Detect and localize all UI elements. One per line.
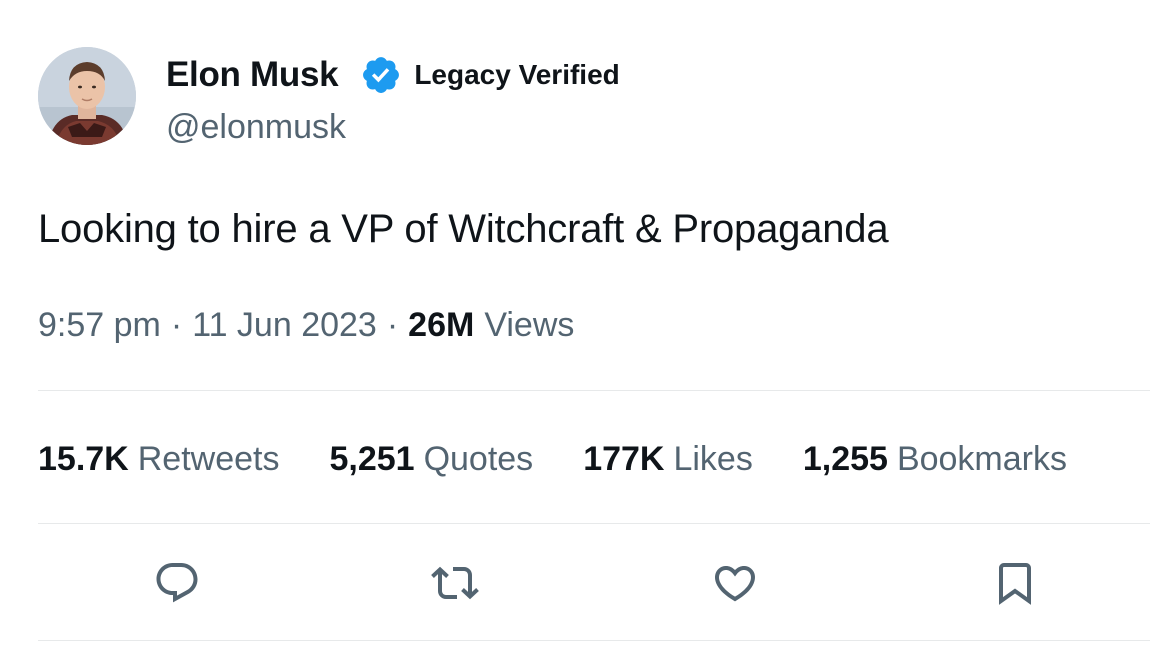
tweet-meta: 9:57 pm · 11 Jun 2023 · 26M Views: [38, 306, 574, 345]
tweet-text: Looking to hire a VP of Witchcraft & Pro…: [38, 207, 889, 251]
stat-count: 5,251: [329, 440, 415, 478]
engagement-stats: 15.7K Retweets 5,251 Quotes 177K Likes 1…: [38, 440, 1067, 479]
retweet-button[interactable]: [428, 556, 482, 610]
tweet-card: Elon Musk Legacy Verified @elonmusk Look…: [0, 0, 1150, 650]
author-name-row: Elon Musk Legacy Verified: [166, 54, 620, 96]
bookmarks-stat[interactable]: 1,255 Bookmarks: [803, 440, 1067, 479]
stat-count: 177K: [583, 440, 665, 478]
avatar[interactable]: [38, 47, 136, 145]
stat-count: 1,255: [802, 440, 888, 478]
verified-badge-icon[interactable]: [360, 54, 402, 96]
bookmark-button[interactable]: [988, 556, 1042, 610]
divider: [38, 390, 1150, 391]
like-button[interactable]: [708, 556, 762, 610]
divider: [38, 640, 1150, 641]
likes-stat[interactable]: 177K Likes: [583, 440, 753, 479]
stat-count: 15.7K: [38, 440, 129, 478]
retweet-arrows-icon: [431, 566, 479, 600]
quotes-stat[interactable]: 5,251 Quotes: [329, 440, 533, 479]
views-label: Views: [484, 306, 575, 344]
meta-separator: ·: [170, 306, 183, 344]
avatar-photo: [38, 47, 136, 145]
reply-button[interactable]: [150, 556, 204, 610]
retweets-stat[interactable]: 15.7K Retweets: [38, 440, 279, 479]
views-count: 26M: [408, 306, 475, 344]
bookmark-icon: [999, 563, 1031, 605]
stat-label: Likes: [673, 440, 753, 478]
stat-label: Retweets: [137, 440, 280, 478]
display-name[interactable]: Elon Musk: [166, 55, 339, 95]
meta-separator: ·: [386, 306, 399, 344]
divider: [38, 523, 1150, 524]
tweet-date[interactable]: 11 Jun 2023: [192, 306, 377, 345]
author-handle[interactable]: @elonmusk: [166, 108, 346, 147]
heart-icon: [714, 566, 756, 602]
stat-label: Bookmarks: [896, 440, 1067, 478]
verified-label: Legacy Verified: [414, 59, 620, 90]
stat-label: Quotes: [423, 440, 534, 478]
speech-bubble-icon: [156, 563, 198, 603]
tweet-time[interactable]: 9:57 pm: [38, 306, 161, 345]
